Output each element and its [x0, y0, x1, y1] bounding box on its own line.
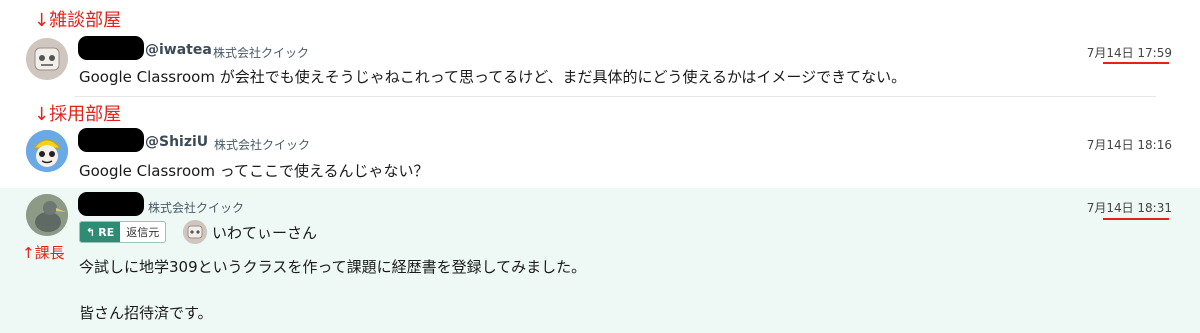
annotation-underline: [1103, 62, 1169, 64]
reply-tag-label: RE: [98, 225, 115, 239]
timestamp[interactable]: 7月14日 18:16: [1087, 136, 1172, 153]
message-item: @iwatea 株式会社クイック 7月14日 17:59 Google Clas…: [0, 32, 1200, 96]
avatar-character-icon: [26, 130, 68, 172]
company-name: 株式会社クイック: [213, 46, 310, 60]
redacted-name: [78, 36, 144, 60]
reply-source-button[interactable]: ↰ RE 返信元: [79, 221, 167, 243]
message-item: @ShiziU 株式会社クイック 7月14日 18:16 Google Clas…: [0, 124, 1200, 188]
message-item-highlighted: 株式会社クイック 7月14日 18:31 ↰ RE 返信元 いわてぃーさん 今試…: [0, 188, 1200, 333]
timestamp[interactable]: 7月14日 17:59: [1087, 44, 1172, 61]
message-text: Google Classroom が会社でも使えそうじゃねこれって思ってるけど、…: [79, 68, 907, 86]
annotation-saiyou: ↓採用部屋: [34, 104, 122, 125]
reply-to-avatar[interactable]: [183, 220, 207, 244]
avatar-bird-icon: [26, 194, 68, 236]
company-name: 株式会社クイック: [148, 201, 245, 215]
annotation-zatsudan: ↓雑談部屋: [34, 10, 122, 31]
reply-tag: ↰ RE: [80, 222, 121, 242]
reply-arrow-icon: ↰: [86, 225, 96, 239]
annotation-underline: [1103, 218, 1169, 220]
timestamp[interactable]: 7月14日 18:31: [1087, 199, 1172, 216]
company-name: 株式会社クイック: [214, 138, 311, 152]
avatar-robot-icon: [26, 38, 68, 80]
avatar[interactable]: [26, 194, 68, 236]
message-divider: [75, 96, 1156, 97]
message-text-line1: 今試しに地学309というクラスを作って課題に経歴書を登録してみました。: [79, 258, 587, 276]
user-handle[interactable]: @ShiziU: [145, 134, 208, 150]
user-handle[interactable]: @iwatea: [145, 42, 212, 58]
avatar[interactable]: [26, 130, 68, 172]
message-text: Google Classroom ってここで使えるんじゃない？: [79, 162, 429, 180]
reply-source-label: 返信元: [126, 226, 160, 239]
avatar-robot-icon: [183, 220, 207, 244]
reply-to-name[interactable]: いわてぃーさん: [212, 222, 317, 243]
redacted-name: [78, 192, 144, 216]
avatar[interactable]: [26, 38, 68, 80]
message-text-line2: 皆さん招待済です。: [79, 304, 213, 322]
redacted-name: [78, 128, 144, 152]
annotation-kachou: ↑課長: [22, 244, 65, 262]
